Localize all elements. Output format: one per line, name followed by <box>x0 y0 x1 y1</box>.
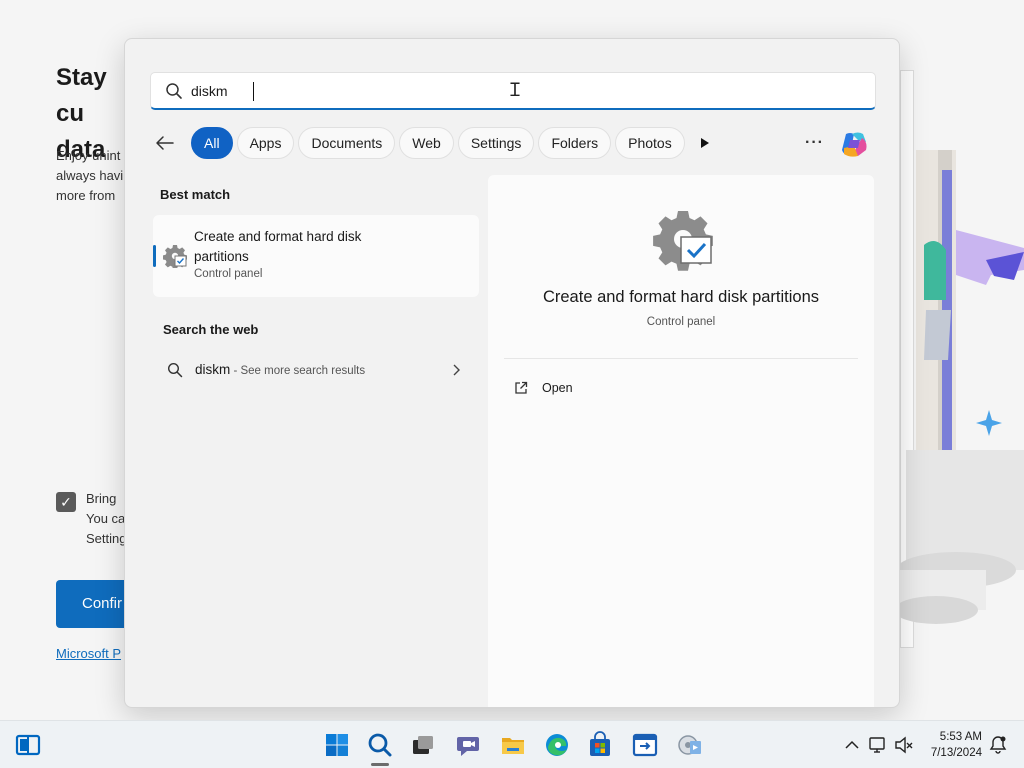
search-web-heading: Search the web <box>163 322 259 337</box>
preview-divider <box>504 358 858 359</box>
best-match-heading: Best match <box>160 187 231 202</box>
filter-chip-all[interactable]: All <box>191 127 233 159</box>
volume-muted-icon[interactable] <box>894 735 914 755</box>
chat-button[interactable] <box>454 731 482 759</box>
start-icon <box>326 734 348 756</box>
remote-app-icon <box>632 733 658 757</box>
search-icon <box>166 83 182 99</box>
filter-chip-documents[interactable]: Documents <box>298 127 396 159</box>
search-icon <box>368 733 392 757</box>
media-app-button[interactable] <box>676 731 704 759</box>
back-button[interactable] <box>155 127 191 159</box>
search-box[interactable]: Ｉ <box>150 72 876 110</box>
open-action[interactable]: Open <box>514 377 573 399</box>
task-view-button[interactable] <box>409 731 437 759</box>
open-external-icon <box>515 381 528 394</box>
open-action-label: Open <box>542 381 573 395</box>
remote-app-button[interactable] <box>631 731 659 759</box>
edge-button[interactable] <box>543 731 571 759</box>
active-app-indicator <box>371 763 389 766</box>
disk-management-gear-icon <box>163 245 187 268</box>
background-privacy-link[interactable]: Microsoft P <box>56 646 121 661</box>
clock-date: 7/13/2024 <box>930 747 982 759</box>
web-result-term: diskm <box>195 362 231 377</box>
disk-management-gear-icon <box>653 211 713 271</box>
chat-icon <box>457 737 479 756</box>
filter-bar: All Apps Documents Web Settings Folders … <box>155 126 715 160</box>
search-icon <box>167 362 183 378</box>
chevron-up-icon[interactable] <box>842 735 862 755</box>
web-search-result[interactable]: diskm - See more search results <box>163 351 479 389</box>
start-button[interactable] <box>323 731 351 759</box>
chevron-right-icon <box>453 364 460 376</box>
play-arrow-icon <box>700 138 709 148</box>
more-filters-button[interactable] <box>695 127 715 159</box>
notification-bell-icon[interactable] <box>988 735 1008 755</box>
clock[interactable]: 5:53 AM 7/13/2024 <box>920 729 982 761</box>
widgets-button[interactable] <box>14 731 42 759</box>
best-match-result[interactable]: Create and format hard disk partitions C… <box>153 215 479 297</box>
clock-time: 5:53 AM <box>939 731 982 743</box>
text-caret <box>253 82 254 101</box>
filter-chip-apps[interactable]: Apps <box>236 127 295 159</box>
filter-chip-photos[interactable]: Photos <box>615 127 685 159</box>
task-view-icon <box>413 736 433 754</box>
start-search-panel: Ｉ All Apps Documents Web Settings Folder… <box>124 38 900 708</box>
taskbar: 5:53 AM 7/13/2024 <box>0 720 1024 768</box>
search-input[interactable] <box>191 79 791 103</box>
ibeam-cursor-icon: Ｉ <box>506 80 524 101</box>
search-taskbar-button[interactable] <box>366 731 394 759</box>
best-match-title: Create and format hard disk partitions <box>194 229 362 264</box>
web-result-suffix: - See more search results <box>230 365 366 377</box>
filter-chip-folders[interactable]: Folders <box>538 127 612 159</box>
copilot-icon[interactable] <box>838 128 870 160</box>
filter-chip-web[interactable]: Web <box>399 127 454 159</box>
arrow-left-icon <box>156 136 174 150</box>
best-match-category: Control panel <box>194 268 263 280</box>
media-app-icon <box>678 735 701 755</box>
widgets-icon <box>15 734 41 756</box>
file-explorer-icon <box>502 738 524 754</box>
preview-category: Control panel <box>646 316 716 328</box>
more-options-button[interactable]: ··· <box>805 134 824 152</box>
network-icon[interactable] <box>868 735 888 755</box>
edge-icon <box>546 734 568 756</box>
store-icon <box>590 731 610 756</box>
store-button[interactable] <box>586 731 614 759</box>
preview-title: Create and format hard disk partitions <box>542 288 820 306</box>
background-checkbox[interactable]: ✓ <box>56 492 76 512</box>
web-result-text: diskm - See more search results <box>195 362 365 377</box>
file-explorer-button[interactable] <box>499 731 527 759</box>
result-preview-pane: Create and format hard disk partitions C… <box>488 175 874 707</box>
background-illustration <box>896 150 1024 624</box>
selection-indicator <box>153 245 156 267</box>
filter-chip-settings[interactable]: Settings <box>457 127 535 159</box>
